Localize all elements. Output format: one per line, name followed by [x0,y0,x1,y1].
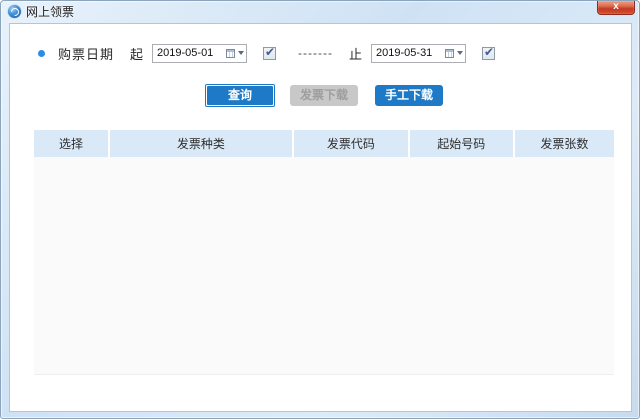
invoice-download-button[interactable]: 发票下载 [290,85,358,106]
column-header-invoice-count[interactable]: 发票张数 [515,130,614,157]
from-label: 起 [130,44,143,63]
from-date-value: 2019-05-01 [157,47,224,59]
checkmark-icon: ✔ [484,45,494,59]
query-button-label: 查询 [207,86,273,105]
to-date-checkbox[interactable]: ✔ [482,47,495,60]
calendar-icon [226,49,235,58]
to-date-calendar-button[interactable] [443,45,465,62]
purchase-date-label: 购票日期 [58,44,114,63]
checkmark-icon: ✔ [265,45,275,59]
from-date-checkbox[interactable]: ✔ [263,47,276,60]
invoice-table: 选择 发票种类 发票代码 起始号码 发票张数 [34,130,614,375]
invoice-table-body [34,157,614,375]
chevron-down-icon [238,51,244,55]
column-header-invoice-type[interactable]: 发票种类 [110,130,294,157]
close-button[interactable]: x [597,1,635,15]
column-header-select[interactable]: 选择 [34,130,110,157]
manual-download-button[interactable]: 手工下载 [375,85,443,106]
calendar-icon [445,49,454,58]
invoice-table-header: 选择 发票种类 发票代码 起始号码 发票张数 [34,130,614,157]
app-icon [8,5,21,18]
to-label: 止 [349,44,362,63]
action-buttons-row: 查询 发票下载 手工下载 [10,84,631,108]
from-date-calendar-button[interactable] [224,45,246,62]
column-header-start-number[interactable]: 起始号码 [410,130,515,157]
from-date-input[interactable]: 2019-05-01 [152,44,247,63]
to-date-value: 2019-05-31 [376,47,443,59]
bullet-icon [38,50,45,57]
title-bar[interactable]: 网上领票 [1,1,639,22]
range-separator: ------- [298,46,333,60]
chevron-down-icon [457,51,463,55]
date-filter-row: 购票日期 起 2019-05-01 ✔ ------- 止 2019-05-31 [10,42,631,64]
content-panel: 购票日期 起 2019-05-01 ✔ ------- 止 2019-05-31 [9,23,632,412]
to-date-input[interactable]: 2019-05-31 [371,44,466,63]
column-header-invoice-code[interactable]: 发票代码 [294,130,410,157]
query-button[interactable]: 查询 [205,84,275,107]
app-window: 网上领票 x 购票日期 起 2019-05-01 ✔ ------- 止 201… [0,0,640,419]
window-title: 网上领票 [26,3,74,20]
